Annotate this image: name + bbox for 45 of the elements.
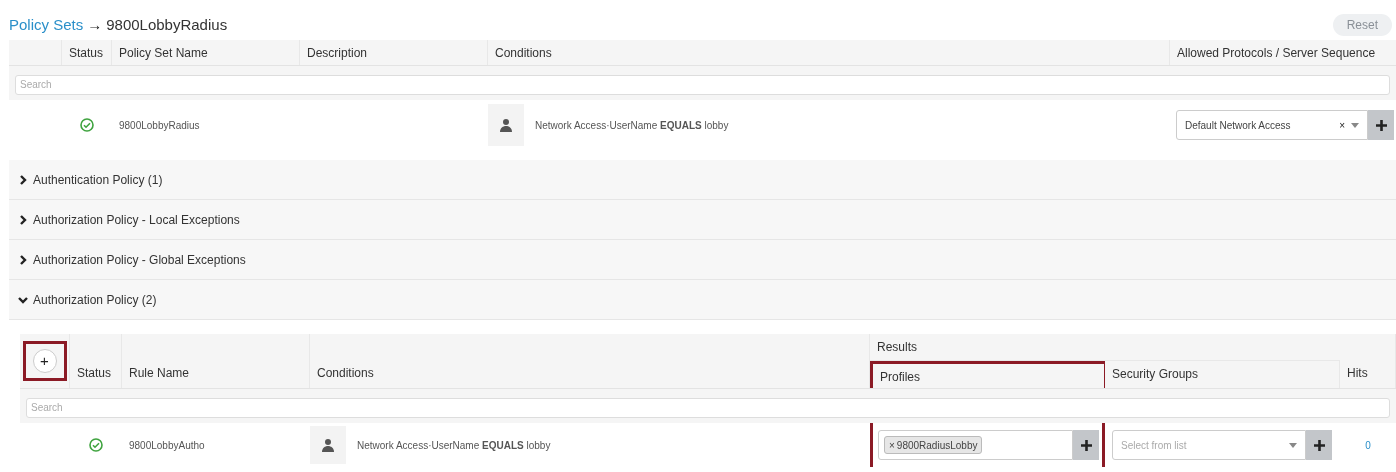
chevron-right-icon [18, 174, 28, 185]
results-group-header: Results [870, 334, 1340, 361]
user-icon [321, 438, 335, 452]
column-header: Conditions [310, 334, 870, 388]
chevron-down-icon [18, 294, 28, 305]
column-header: Hits [1340, 334, 1396, 388]
caret-down-icon [1351, 122, 1359, 128]
column-header: Status [62, 40, 112, 65]
search-field[interactable]: Search [15, 74, 1390, 95]
allowed-protocols-select[interactable]: Default Network Access × [1176, 110, 1368, 140]
search-field[interactable]: Search [26, 397, 1390, 418]
policy-set-name: 9800LobbyRadius [118, 118, 201, 133]
plus-icon [1375, 119, 1387, 131]
section-header[interactable]: Authorization Policy - Local Exceptions [9, 200, 1396, 240]
plus-icon [1080, 439, 1092, 451]
add-profile-button[interactable] [1073, 430, 1099, 460]
breadcrumb-separator: → [87, 14, 103, 35]
column-header: Allowed Protocols / Server Sequence [1170, 40, 1396, 65]
add-security-group-button[interactable] [1306, 430, 1332, 460]
breadcrumb-link[interactable]: Policy Sets [9, 13, 84, 37]
remove-tag-button[interactable]: × [889, 437, 895, 453]
user-icon [499, 118, 513, 132]
section-header[interactable]: Authentication Policy (1) [9, 160, 1396, 200]
chevron-right-icon [18, 214, 28, 225]
section-header[interactable]: Authorization Policy (2) [9, 280, 1396, 320]
tag-label: 9800RadiusLobby [896, 438, 978, 453]
condition-text: Network Access·UserName EQUALS lobby [356, 438, 551, 453]
column-header: Rule Name [122, 334, 310, 388]
column-header: Security Groups [1105, 361, 1340, 388]
add-rule-button[interactable]: + [22, 341, 67, 381]
add-protocol-button[interactable] [1368, 110, 1394, 140]
chevron-right-icon [18, 254, 28, 265]
column-header: Conditions [488, 40, 1170, 65]
column-header: Policy Set Name [112, 40, 300, 65]
plus-icon [1313, 439, 1325, 451]
column-header: Status [70, 334, 122, 388]
section-header[interactable]: Authorization Policy - Global Exceptions [9, 240, 1396, 280]
hits-count[interactable]: 0 [1340, 437, 1396, 453]
rule-name: 9800LobbyAutho [128, 438, 206, 453]
breadcrumb-current: 9800LobbyRadius [106, 14, 228, 35]
profile-tag[interactable]: × 9800RadiusLobby [884, 436, 983, 454]
caret-down-icon [1289, 442, 1297, 448]
condition-text: Network Access·UserName EQUALS lobby [534, 118, 729, 133]
column-header: Description [300, 40, 488, 65]
clear-button[interactable]: × [1339, 117, 1345, 133]
